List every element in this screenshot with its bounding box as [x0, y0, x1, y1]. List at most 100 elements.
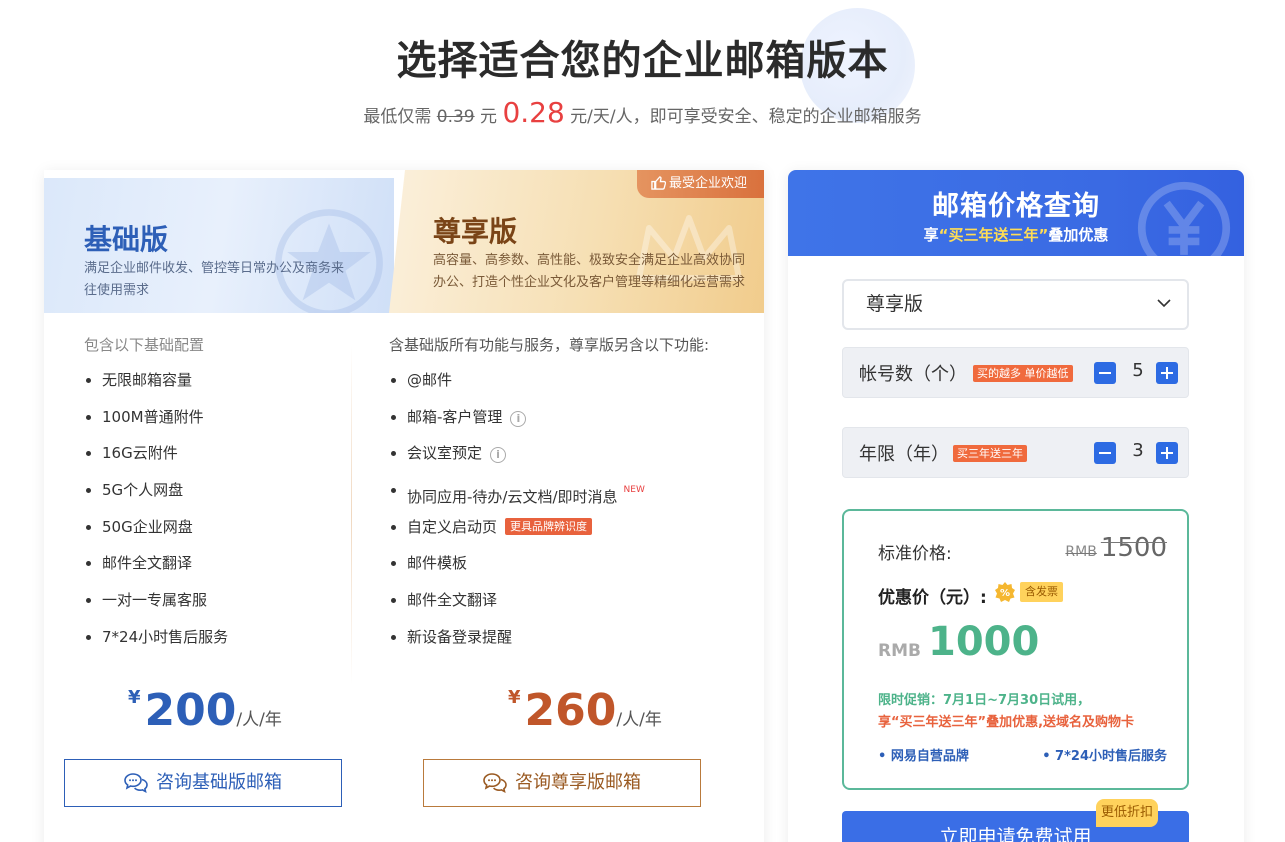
calculator-sub-suffix: 叠加优惠: [1048, 226, 1109, 244]
discount-price-label: 优惠价（元）:: [878, 588, 987, 608]
popular-badge: 最受企业欢迎: [637, 170, 764, 198]
feature-bullet-brand: • 网易自营品牌: [878, 749, 969, 764]
list-item: 5G个人网盘: [84, 478, 228, 515]
premium-plan-header: 最受企业欢迎 尊享版 高容量、高参数、高性能、极致安全满足企业高效协同 办公、打…: [389, 170, 764, 313]
calculator-header: 邮箱价格查询 享“买三年送三年”叠加优惠: [788, 170, 1244, 256]
basic-price-currency: ¥: [128, 687, 141, 708]
list-item-label: 自定义启动页: [407, 517, 498, 536]
list-item: 邮件全文翻译: [84, 551, 228, 588]
years-stepper: 年限（年） 买三年送三年 3: [842, 427, 1189, 478]
basic-features-title: 包含以下基础配置: [84, 336, 205, 354]
standard-price-currency: RMB: [1065, 544, 1097, 560]
feature-bullet-service: • 7*24小时售后服务: [1042, 749, 1167, 764]
list-item: 16G云附件: [84, 441, 228, 478]
list-item: 自定义启动页 更具品牌辨识度: [389, 515, 645, 552]
new-price: 0.28: [502, 96, 565, 129]
consult-premium-label: 咨询尊享版邮箱: [515, 772, 641, 793]
promo-line-2: 享“买三年送三年”叠加优惠,送域名及购物卡: [878, 715, 1135, 730]
edition-select-value: 尊享版: [866, 293, 924, 315]
accounts-value[interactable]: 5: [1126, 360, 1150, 381]
info-icon[interactable]: i: [510, 410, 527, 427]
basic-plan-name: 基础版: [84, 223, 169, 256]
calculator-title: 邮箱价格查询: [932, 191, 1100, 222]
years-value[interactable]: 3: [1126, 440, 1150, 461]
calculator-sub-highlight: “买三年送三年”: [938, 226, 1049, 244]
subtitle-yuan: 元: [474, 107, 503, 127]
page-title: 选择适合您的企业邮箱版本: [396, 38, 889, 84]
accounts-plus-button[interactable]: [1156, 362, 1178, 384]
calculator-subtitle: 享“买三年送三年”叠加优惠: [788, 224, 1244, 245]
page-subtitle: 最低仅需 0.39 元 0.28 元/天/人，即可享受安全、稳定的企业邮箱服务: [0, 96, 1285, 129]
old-price: 0.39: [436, 107, 475, 127]
price-calculator: 邮箱价格查询 享“买三年送三年”叠加优惠 尊享版 帐号数（个） 买的越多 单价越…: [788, 170, 1244, 842]
discount-currency: RMB: [878, 641, 921, 661]
list-item: 协同应用-待办/云文档/即时消息 NEW: [389, 478, 645, 515]
price-result-box: 标准价格: RMB 1500 优惠价（元）: % 含发票 RMB 1000 限时促…: [842, 509, 1189, 790]
list-item-label: 新设备登录提醒: [407, 627, 513, 646]
list-item-label: 邮件全文翻译: [407, 591, 498, 610]
promo-line-1: 限时促销：7月1日~7月30日试用，: [878, 693, 1091, 708]
subtitle-prefix: 最低仅需: [363, 107, 437, 127]
basic-price-value: 200: [144, 685, 237, 736]
list-item: @邮件: [389, 368, 645, 405]
premium-plan-name: 尊享版: [433, 215, 518, 248]
premium-features-title: 含基础版所有功能与服务，尊享版另含以下功能:: [389, 336, 710, 354]
calculator-sub-prefix: 享: [923, 226, 939, 244]
consult-premium-button[interactable]: 咨询尊享版邮箱: [423, 759, 701, 807]
subtitle-suffix: 元/天/人，即可享受安全、稳定的企业邮箱服务: [564, 107, 922, 127]
accounts-stepper: 帐号数（个） 买的越多 单价越低 5: [842, 347, 1189, 398]
accounts-label: 帐号数（个）: [859, 364, 967, 385]
accounts-minus-button[interactable]: [1094, 362, 1116, 384]
basic-plan-desc: 满足企业邮件收发、管控等日常办公及商务来往使用需求: [84, 261, 345, 298]
consult-basic-label: 咨询基础版邮箱: [156, 772, 282, 793]
list-item: 50G企业网盘: [84, 515, 228, 552]
svg-text:%: %: [1000, 588, 1010, 599]
accounts-tag: 买的越多 单价越低: [973, 365, 1073, 382]
years-minus-button[interactable]: [1094, 442, 1116, 464]
premium-price-value: 260: [524, 685, 617, 736]
list-item: 7*24小时售后服务: [84, 625, 228, 662]
years-tag: 买三年送三年: [953, 445, 1027, 462]
premium-plan-desc: 高容量、高参数、高性能、极致安全满足企业高效协同 办公、打造个性企业文化及客户管…: [433, 253, 746, 290]
years-plus-button[interactable]: [1156, 442, 1178, 464]
standard-price: RMB 1500: [1065, 533, 1167, 563]
popular-badge-label: 最受企业欢迎: [669, 176, 748, 191]
basic-feature-list: 无限邮箱容量 100M普通附件 16G云附件 5G个人网盘 50G企业网盘 邮件…: [84, 368, 228, 662]
list-item-label: 会议室预定: [407, 444, 483, 463]
invoice-tag: 含发票: [1020, 582, 1063, 602]
list-item-label: 邮件模板: [407, 554, 468, 573]
basic-price: ¥200/人/年: [128, 685, 282, 736]
discount-price-value: 1000: [928, 619, 1040, 665]
list-item-label: 邮箱-客户管理: [407, 407, 503, 426]
edition-select[interactable]: 尊享版: [842, 279, 1189, 330]
list-item: 无限邮箱容量: [84, 368, 228, 405]
discount-badge-icon: %: [995, 582, 1015, 602]
info-icon[interactable]: i: [490, 447, 507, 464]
list-item: 100M普通附件: [84, 405, 228, 442]
chat-icon: [483, 773, 507, 794]
list-item: 会议室预定 i: [389, 441, 645, 478]
list-item: 邮件全文翻译: [389, 588, 645, 625]
standard-price-value: 1500: [1100, 533, 1167, 563]
list-item: 邮件模板: [389, 551, 645, 588]
basic-plan-header: 基础版 满足企业邮件收发、管控等日常办公及商务来往使用需求: [44, 178, 394, 313]
standard-price-label: 标准价格:: [878, 544, 952, 564]
thumbs-up-icon: [651, 176, 667, 190]
chat-icon: [124, 773, 148, 794]
new-badge: NEW: [623, 485, 645, 496]
basic-price-unit: /人/年: [236, 710, 282, 730]
lowest-discount-tag: 更低折扣: [1096, 799, 1158, 827]
list-item: 邮箱-客户管理 i: [389, 405, 645, 442]
years-label: 年限（年）: [859, 444, 949, 465]
brand-tag: 更具品牌辨识度: [505, 517, 593, 535]
list-item-label: 协同应用-待办/云文档/即时消息: [407, 488, 618, 507]
premium-price-unit: /人/年: [616, 710, 662, 730]
chevron-down-icon: [1157, 299, 1171, 308]
premium-price: ¥260/人/年: [508, 685, 662, 736]
consult-basic-button[interactable]: 咨询基础版邮箱: [64, 759, 342, 807]
premium-feature-list: @邮件 邮箱-客户管理 i 会议室预定 i 协同应用-待办/云文档/即时消息 NEW …: [389, 368, 645, 662]
list-item: 新设备登录提醒: [389, 625, 645, 662]
plans-panel: 基础版 满足企业邮件收发、管控等日常办公及商务来往使用需求 最受企业欢迎 尊享版…: [44, 170, 764, 842]
list-item-label: @邮件: [407, 371, 453, 389]
list-item: 一对一专属客服: [84, 588, 228, 625]
